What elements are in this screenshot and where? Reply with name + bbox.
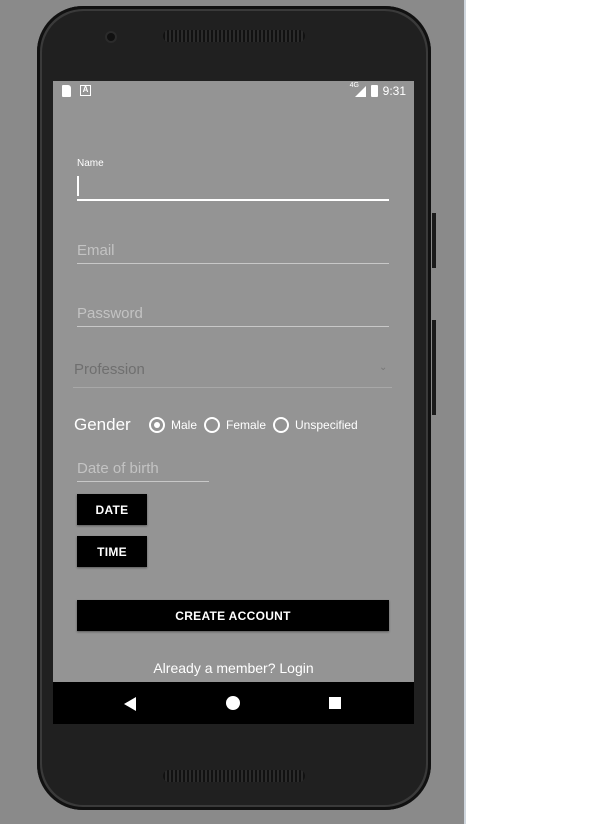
date-button[interactable]: DATE xyxy=(77,494,147,525)
create-account-button[interactable]: CREATE ACCOUNT xyxy=(77,600,389,631)
gender-label-female[interactable]: Female xyxy=(226,418,266,432)
password-input[interactable]: Password xyxy=(77,305,143,322)
password-input-underline xyxy=(77,326,389,327)
gender-label-unspecified[interactable]: Unspecified xyxy=(295,418,358,432)
signal-icon: 4G xyxy=(349,82,366,97)
gender-radio-unspecified[interactable] xyxy=(273,417,289,433)
volume-button[interactable] xyxy=(432,213,436,268)
gender-label: Gender xyxy=(74,415,131,434)
chevron-down-icon[interactable]: ⌄ xyxy=(379,362,387,373)
name-input[interactable] xyxy=(77,173,389,201)
power-button[interactable] xyxy=(432,320,436,415)
sd-card-icon xyxy=(62,85,71,97)
dob-input[interactable]: Date of birth xyxy=(77,460,159,477)
status-bar: A 4G 9:31 xyxy=(53,81,414,103)
app-screen: A 4G 9:31 Name Email Password Profession… xyxy=(53,81,414,724)
network-type: 4G xyxy=(349,82,359,89)
email-input-underline xyxy=(77,263,389,264)
battery-icon xyxy=(370,85,378,97)
gender-radio-female[interactable] xyxy=(204,417,220,433)
gender-radio-male[interactable] xyxy=(149,417,165,433)
recents-square-icon[interactable] xyxy=(329,697,341,709)
email-input[interactable]: Email xyxy=(77,242,115,259)
front-camera xyxy=(107,33,115,41)
profession-spinner-underline xyxy=(73,387,392,388)
dob-input-underline xyxy=(77,481,209,482)
status-time: 9:31 xyxy=(382,84,406,98)
name-field-label: Name xyxy=(77,158,104,169)
name-input-underline xyxy=(77,199,389,201)
top-speaker xyxy=(163,30,305,42)
navigation-bar xyxy=(53,682,414,724)
notification-a-icon: A xyxy=(80,85,91,96)
home-circle-icon[interactable] xyxy=(226,696,240,710)
bottom-speaker xyxy=(163,770,305,782)
time-button[interactable]: TIME xyxy=(77,536,147,567)
login-link[interactable]: Already a member? Login xyxy=(53,660,414,676)
emulator-edge xyxy=(464,0,466,824)
profession-spinner[interactable]: Profession xyxy=(74,361,145,378)
back-triangle-icon[interactable] xyxy=(124,697,136,711)
gender-label-male[interactable]: Male xyxy=(171,418,197,432)
